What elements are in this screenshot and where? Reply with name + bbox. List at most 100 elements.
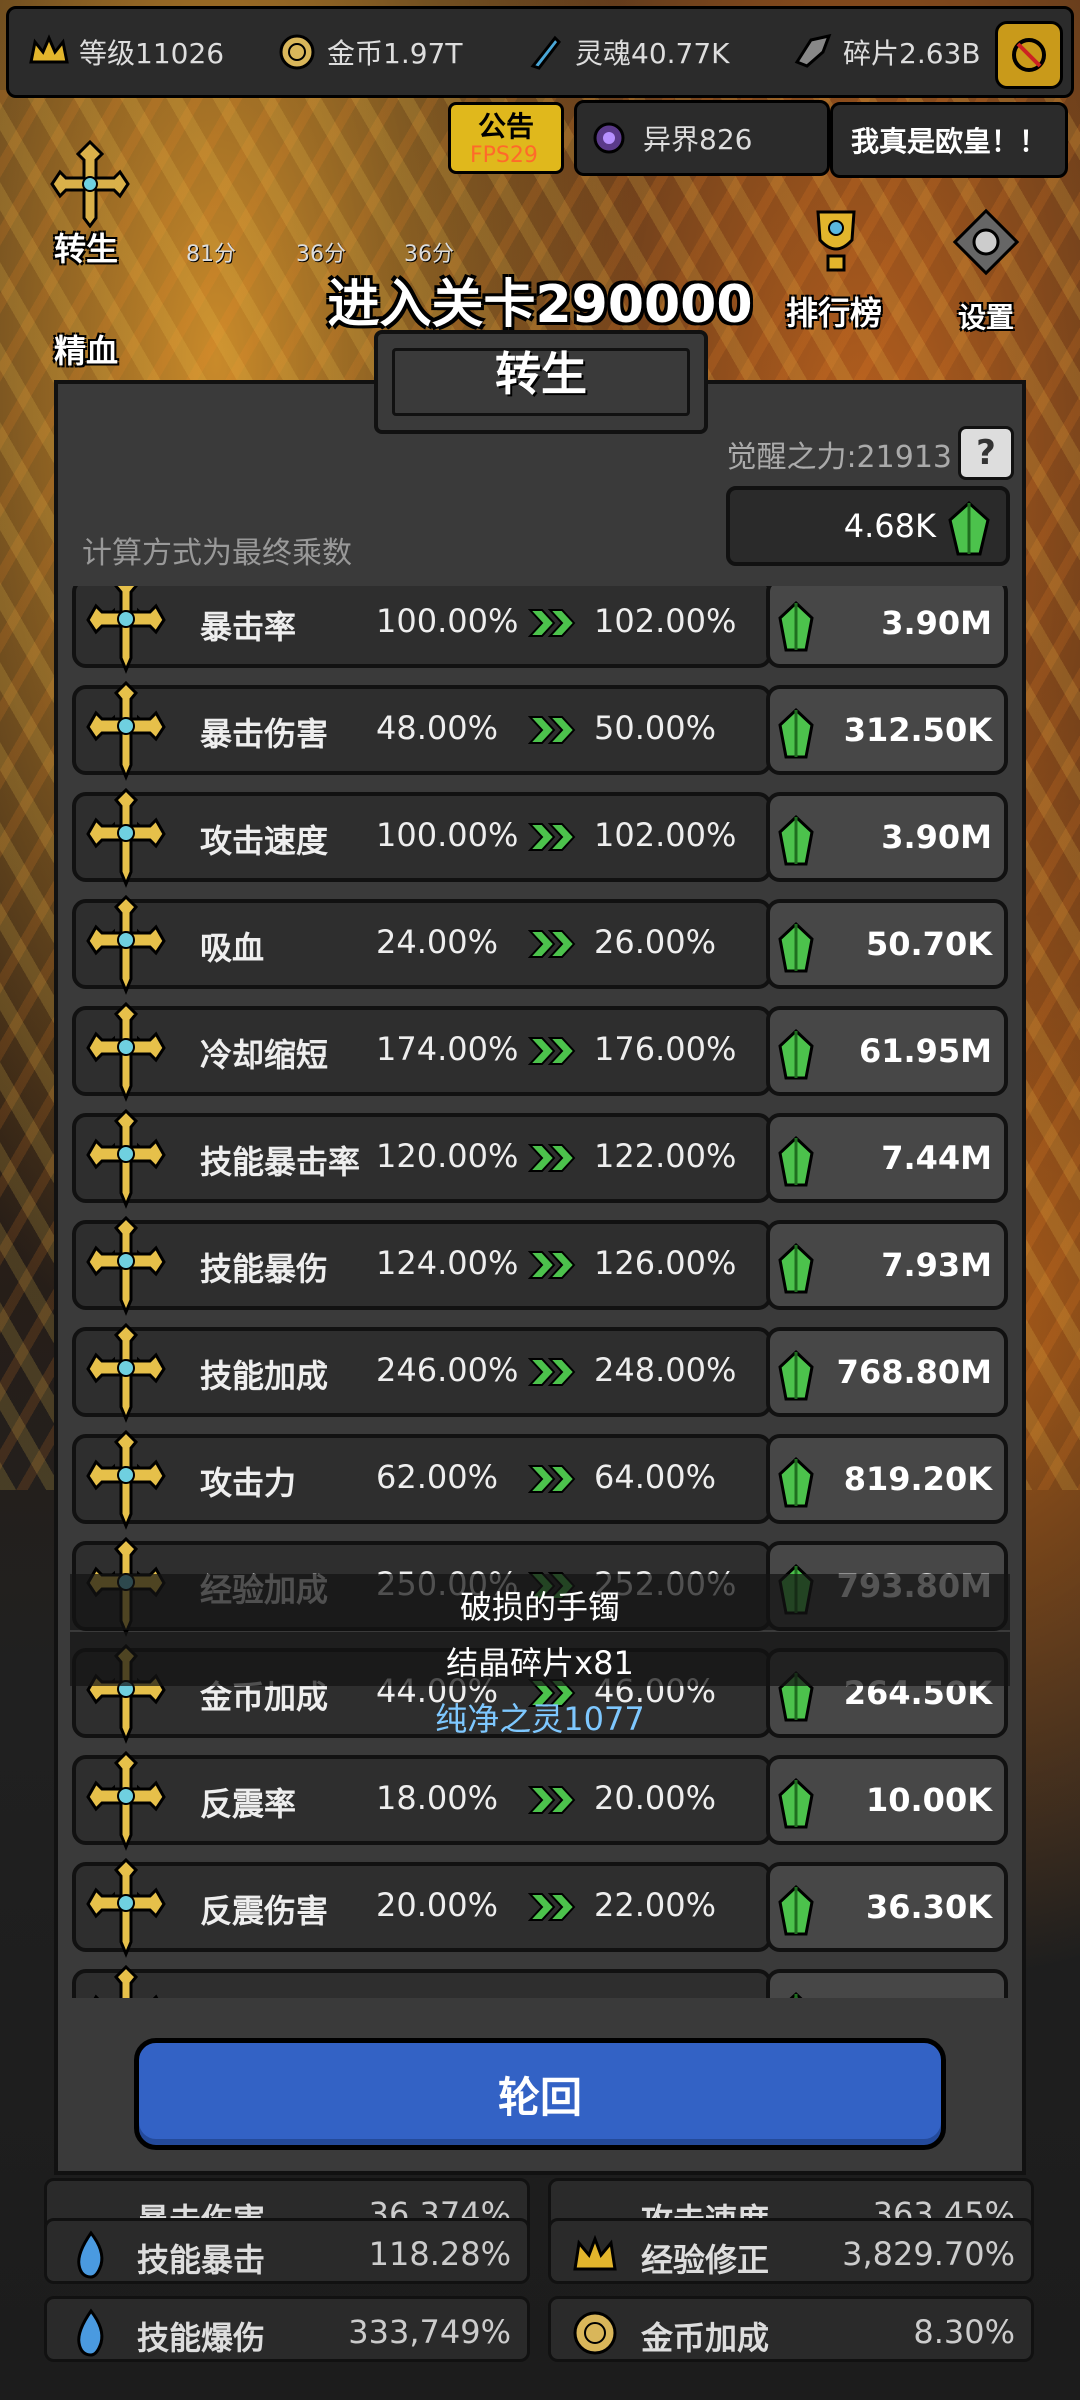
drop-item-bracelet: 破损的手镯 [459, 1588, 620, 1626]
upgrade-cost-button[interactable]: 36.30K [766, 1862, 1008, 1952]
double-arrow-icon [528, 1997, 578, 1998]
upgrade-cost-button[interactable]: 10.00K [766, 1755, 1008, 1845]
crown-icon [27, 30, 71, 74]
stat-name: 反震伤害 [200, 1892, 329, 1930]
double-arrow-icon [527, 1248, 578, 1286]
stat-name: 吸血 [200, 929, 265, 967]
holy-cross-icon [84, 1107, 168, 1215]
green-gem-icon [776, 1456, 816, 1518]
holy-cross-icon [84, 1963, 168, 1998]
green-gem-icon [776, 707, 816, 769]
stat-next-value: 26.00% [594, 923, 717, 961]
double-arrow-icon [527, 1141, 578, 1179]
soul-resource: 灵魂40.77K [523, 30, 773, 74]
upgrade-cost-button[interactable]: 61.95M [766, 1006, 1008, 1096]
stat-current-value: 62.00% [376, 1458, 499, 1496]
upgrade-row[interactable]: 冷却缩短 174.00% 176.00% 61.95M [70, 1001, 1010, 1102]
upgrade-row[interactable]: 反震率 18.00% 20.00% 10.00K [70, 1750, 1010, 1851]
upgrade-cost-button[interactable]: 312.50K [766, 685, 1008, 775]
stat-next-value: 122.00% [594, 1137, 737, 1175]
gold-resource: 金币1.97T [275, 30, 505, 74]
rebirth-cross-icon[interactable] [50, 138, 130, 228]
upgrade-cost-value: 312.50K [843, 711, 992, 749]
upgrade-cost-button[interactable]: 819.20K [766, 1434, 1008, 1524]
stat-name: 技能暴伤 [200, 1250, 329, 1288]
upgrade-cost-button[interactable]: 768.80M [766, 1327, 1008, 1417]
stat-label: 金币加成 [641, 2319, 770, 2357]
crown-icon [573, 2234, 617, 2271]
drop-item-spirit: 纯净之灵1077 [435, 1700, 645, 1738]
reincarnate-button[interactable]: 轮回 [134, 2038, 946, 2150]
soul-text: 灵魂40.77K [575, 37, 730, 70]
double-arrow-icon [527, 820, 578, 858]
green-gem-icon [776, 600, 816, 662]
upgrade-cost-value: 10.00K [865, 1781, 992, 1819]
green-gem-icon [776, 1777, 816, 1839]
upgrade-row[interactable]: 攻击力 62.00% 64.00% 819.20K [70, 1429, 1010, 1530]
shard-text: 碎片2.63B [843, 37, 981, 70]
chat-text: 我真是欧皇！！ [850, 125, 1047, 158]
stat-next-value: 176.00% [594, 1030, 737, 1068]
holy-cross-icon [84, 679, 168, 787]
green-gem-icon [776, 1884, 816, 1946]
stat-next-value: 50.00% [594, 709, 717, 747]
stat-name: 觉醒之力 [200, 1993, 328, 1998]
upgrade-cost-button[interactable]: 3.90M [766, 586, 1008, 668]
stat-skill-crit: 技能暴击 118.28% [44, 2218, 530, 2284]
stat-name: 反震率 [200, 1785, 297, 1823]
stat-next-value: 20.00% [594, 1779, 717, 1817]
stat-current-value: 120.00% [376, 1137, 519, 1175]
stat-current-value: 100.00% [376, 602, 519, 640]
upgrade-row[interactable]: 技能暴击率 120.00% 122.00% 7.44M [70, 1108, 1010, 1209]
gold-text: 金币1.97T [327, 37, 463, 70]
otherworld-button[interactable]: 异界826 [574, 100, 830, 176]
upgrade-row[interactable]: 技能暴伤 124.00% 126.00% 7.93M [70, 1215, 1010, 1316]
double-arrow-icon [527, 1355, 578, 1393]
stat-exp-modifier: 经验修正 3,829.70% [548, 2218, 1034, 2284]
stat-next-value: 102.00% [594, 816, 737, 854]
upgrade-row[interactable]: 觉醒之力 168.00% 170.00% 57.80M [70, 1964, 1010, 1998]
stage-banner: 进入关卡290000 [327, 275, 753, 335]
mute-button[interactable] [995, 21, 1063, 89]
level-resource: 等级11026 [27, 30, 257, 74]
holy-cross-icon [84, 1321, 168, 1429]
otherworld-label: 异界826 [643, 123, 753, 156]
upgrade-cost-button[interactable]: 50.70K [766, 899, 1008, 989]
resource-bar: 等级11026 金币1.97T 灵魂40.77K 碎片2.63B [6, 6, 1074, 98]
stat-label: 技能暴击 [137, 2241, 266, 2279]
stat-name: 攻击速度 [200, 822, 329, 860]
blue-flame-icon [77, 2230, 104, 2279]
stat-name: 技能暴击率 [200, 1143, 361, 1181]
chat-message[interactable]: 我真是欧皇！！ [830, 102, 1068, 178]
double-arrow-icon [527, 606, 578, 644]
stat-name: 技能加成 [200, 1357, 329, 1395]
holy-cross-icon [84, 1214, 168, 1322]
upgrade-cost-button[interactable]: 3.90M [766, 792, 1008, 882]
upgrade-cost-button[interactable]: 7.93M [766, 1220, 1008, 1310]
upgrade-row[interactable]: 反震伤害 20.00% 22.00% 36.30K [70, 1857, 1010, 1958]
stat-current-value: 48.00% [376, 709, 499, 747]
upgrade-cost-value: 3.90M [881, 604, 992, 642]
upgrade-row[interactable]: 暴击伤害 48.00% 50.00% 312.50K [70, 680, 1010, 781]
awaken-power: 觉醒之力:21913 [726, 440, 952, 475]
double-arrow-icon [527, 1034, 578, 1072]
double-arrow-icon [527, 1462, 578, 1500]
shard-cost-box: 4.68K [726, 486, 1010, 566]
stat-current-value: 24.00% [376, 923, 499, 961]
upgrade-cost-button[interactable]: 57.80M [766, 1969, 1008, 1998]
upgrade-row[interactable]: 技能加成 246.00% 248.00% 768.80M [70, 1322, 1010, 1423]
holy-cross-icon [84, 1428, 168, 1536]
help-button[interactable]: ? [958, 426, 1014, 480]
upgrade-row[interactable]: 攻击速度 100.00% 102.00% 3.90M [70, 787, 1010, 888]
upgrade-cost-button[interactable]: 7.44M [766, 1113, 1008, 1203]
coin-icon [573, 2311, 617, 2355]
upgrade-cost-value: 36.30K [865, 1888, 992, 1926]
green-gem-icon [776, 921, 816, 983]
stat-label: 经验修正 [641, 2241, 770, 2279]
notice-label: 公告 [477, 110, 534, 143]
upgrade-row[interactable]: 暴击率 100.00% 102.00% 3.90M [70, 586, 1010, 674]
upgrade-list[interactable]: 暴击率 100.00% 102.00% 3.90M 暴击伤害 48.00% 50.00% 31… [70, 586, 1010, 1998]
upgrade-row[interactable]: 吸血 24.00% 26.00% 50.70K [70, 894, 1010, 995]
stat-current-value: 100.00% [376, 816, 519, 854]
upgrade-cost-value: 57.80M [859, 1995, 992, 1998]
